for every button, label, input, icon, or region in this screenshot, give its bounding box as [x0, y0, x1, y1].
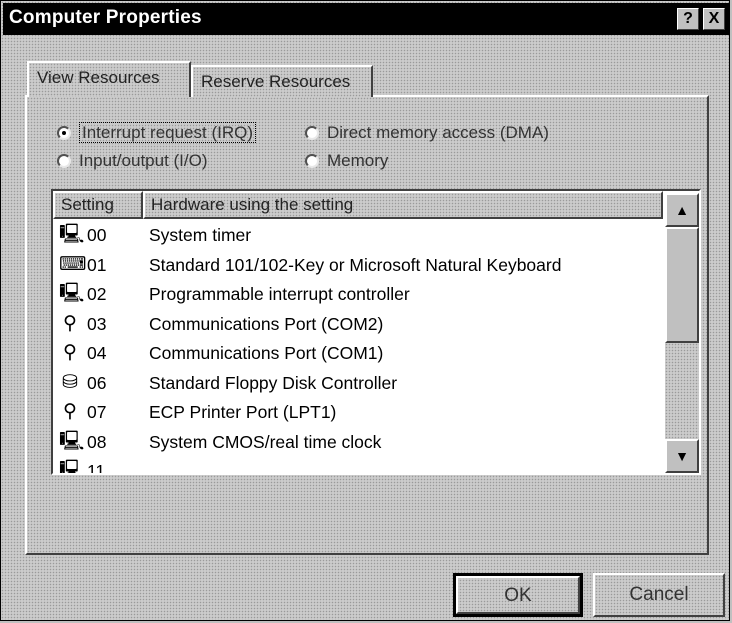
list-item[interactable]: 🖳 00 System timer — [53, 221, 663, 251]
list-item[interactable]: ⚲ 07 ECP Printer Port (LPT1) — [53, 398, 663, 428]
row-setting: 08 — [87, 431, 107, 452]
radio-unselected-icon — [57, 154, 71, 168]
column-header-hardware[interactable]: Hardware using the setting — [143, 191, 663, 219]
row-hardware: System timer — [149, 225, 252, 245]
computer-icon: 🖳 — [59, 283, 85, 304]
window-title: Computer Properties — [9, 7, 202, 28]
radio-selected-icon — [57, 126, 71, 140]
computer-icon: 🖳 — [59, 460, 85, 473]
list-item[interactable]: 🖳 02 Programmable interrupt controller — [53, 280, 663, 310]
row-setting: 03 — [87, 313, 107, 334]
disk-controller-icon: ⛁ — [62, 371, 78, 393]
row-setting: 07 — [87, 402, 107, 422]
row-setting: 02 — [87, 284, 107, 304]
radio-memory[interactable]: Memory — [305, 151, 388, 171]
help-button[interactable]: ? — [677, 8, 699, 30]
row-hardware: Standard 101/102-Key or Microsoft Natura… — [149, 254, 562, 275]
scroll-up-button[interactable]: ▲ — [665, 193, 699, 227]
row-setting: 11 — [87, 461, 106, 473]
scroll-thumb[interactable] — [665, 227, 699, 343]
row-setting: 01 — [87, 254, 107, 275]
list-item[interactable]: ⚲ 04 Communications Port (COM1) — [53, 339, 663, 369]
column-header-setting[interactable]: Setting — [53, 191, 143, 219]
keyboard-icon: ⌨ — [59, 253, 87, 275]
radio-unselected-icon — [305, 126, 319, 140]
computer-icon: 🖳 — [59, 224, 85, 245]
ok-button[interactable]: OK — [453, 573, 583, 617]
scroll-down-button[interactable]: ▼ — [665, 439, 699, 473]
cancel-button[interactable]: Cancel — [593, 573, 725, 617]
computer-icon: 🖳 — [59, 430, 85, 452]
down-arrow-icon: ▼ — [675, 448, 689, 464]
scroll-track[interactable] — [665, 343, 699, 439]
radio-irq[interactable]: Interrupt request (IRQ) — [57, 122, 257, 143]
list-rows: 🖳 00 System timer ⌨ 01 Standard 101/102-Key o… — [53, 221, 663, 473]
radio-unselected-icon — [305, 154, 319, 168]
ok-label: OK — [504, 585, 532, 606]
tab-reserve-resources[interactable]: Reserve Resources — [191, 65, 373, 97]
list-item[interactable]: 🖳 11 — [53, 457, 663, 473]
port-icon: ⚲ — [63, 312, 77, 334]
title-bar[interactable]: Computer Properties ? X — [3, 3, 729, 35]
computer-properties-dialog: Computer Properties ? X View Resources R… — [0, 0, 730, 621]
list-header: Setting Hardware using the setting — [53, 191, 663, 219]
row-setting: 06 — [87, 372, 107, 393]
row-hardware: Communications Port (COM2) — [149, 313, 384, 334]
port-icon: ⚲ — [63, 342, 77, 363]
list-item[interactable]: ⚲ 03 Communications Port (COM2) — [53, 310, 663, 340]
row-hardware: Communications Port (COM1) — [149, 343, 384, 363]
resource-list[interactable]: Setting Hardware using the setting 🖳 00 Sy… — [51, 189, 701, 475]
radio-dma[interactable]: Direct memory access (DMA) — [305, 123, 549, 143]
up-arrow-icon: ▲ — [675, 202, 689, 218]
list-item[interactable]: ⌨ 01 Standard 101/102-Key or Microsoft Nat… — [53, 251, 663, 281]
radio-io[interactable]: Input/output (I/O) — [57, 151, 208, 171]
list-item[interactable]: ⛁ 06 Standard Floppy Disk Controller — [53, 369, 663, 399]
row-setting: 00 — [87, 225, 107, 245]
row-hardware: Standard Floppy Disk Controller — [149, 372, 398, 393]
list-item[interactable]: 🖳 08 System CMOS/real time clock — [53, 428, 663, 458]
close-button[interactable]: X — [703, 8, 725, 30]
vertical-scrollbar[interactable]: ▲ ▼ — [665, 193, 699, 473]
row-hardware: System CMOS/real time clock — [149, 431, 382, 452]
row-hardware: ECP Printer Port (LPT1) — [149, 402, 337, 422]
tab-view-resources[interactable]: View Resources — [27, 61, 191, 97]
row-setting: 04 — [87, 343, 107, 363]
row-hardware: Programmable interrupt controller — [149, 284, 410, 304]
port-icon: ⚲ — [63, 401, 77, 422]
